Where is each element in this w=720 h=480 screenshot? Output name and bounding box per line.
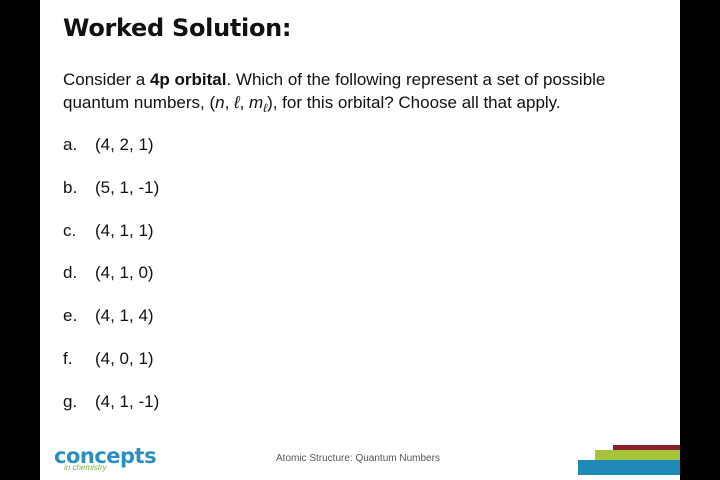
logo-tagline: in chemistry: [64, 463, 107, 472]
option-letter: a.: [63, 135, 78, 154]
option-letter: e.: [63, 306, 78, 325]
option-c[interactable]: c. (4, 1, 1): [63, 221, 263, 245]
option-g[interactable]: g. (4, 1, -1): [63, 392, 263, 416]
option-value: (5, 1, -1): [95, 178, 160, 197]
option-value: (4, 0, 1): [95, 349, 154, 368]
option-letter: b.: [63, 178, 78, 197]
option-letter: f.: [63, 349, 73, 368]
question-prompt: Consider a 4p orbital. Which of the foll…: [63, 68, 663, 114]
prompt-sep-1: ,: [224, 93, 235, 112]
prompt-sep-2: ,: [239, 93, 250, 112]
option-e[interactable]: e. (4, 1, 4): [63, 306, 263, 330]
prompt-bold: 4p orbital: [149, 70, 227, 89]
option-letter: g.: [63, 392, 78, 411]
option-value: (4, 1, 0): [95, 263, 154, 282]
prompt-m: m: [249, 93, 264, 112]
option-value: (4, 1, -1): [95, 392, 160, 411]
option-f[interactable]: f. (4, 0, 1): [63, 349, 263, 373]
option-b[interactable]: b. (5, 1, -1): [63, 178, 263, 202]
option-a[interactable]: a. (4, 2, 1): [63, 135, 263, 159]
slide: Worked Solution: Consider a 4p orbital. …: [40, 0, 680, 480]
option-letter: d.: [63, 263, 78, 282]
option-value: (4, 2, 1): [95, 135, 154, 154]
concepts-logo: concepts in chemistry: [54, 444, 164, 474]
prompt-text-3: ), for this orbital? Choose all that app…: [267, 93, 561, 112]
option-value: (4, 1, 1): [95, 221, 154, 240]
option-letter: c.: [63, 221, 77, 240]
option-value: (4, 1, 4): [95, 306, 154, 325]
slide-title: Worked Solution:: [63, 14, 292, 42]
decorative-bar-green: [595, 450, 680, 460]
prompt-n: n: [215, 93, 225, 112]
decorative-bar-blue: [578, 460, 680, 475]
footer-topic: Atomic Structure: Quantum Numbers: [276, 453, 440, 464]
prompt-text-1: Consider a: [63, 70, 150, 89]
option-d[interactable]: d. (4, 1, 0): [63, 263, 263, 287]
